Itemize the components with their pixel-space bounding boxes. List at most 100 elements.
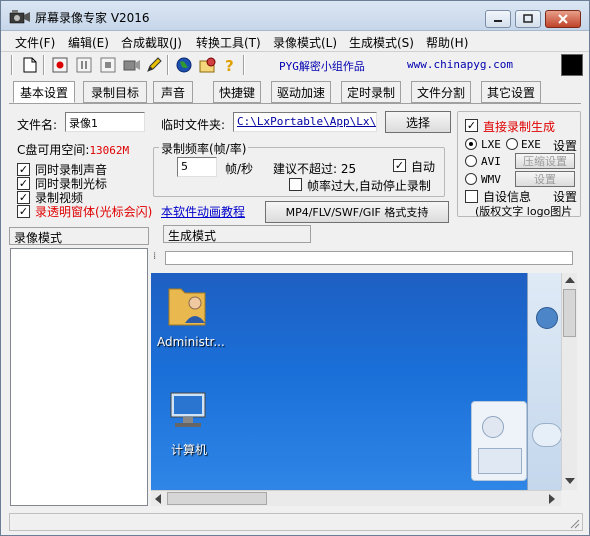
pause-icon[interactable]	[75, 56, 93, 74]
website-link[interactable]: www.chinapyg.com	[407, 58, 513, 71]
generate-mode-header[interactable]: 生成模式	[163, 225, 311, 243]
format-lxe-radio[interactable]	[465, 138, 477, 150]
author-link[interactable]: PYG解密小组作品	[279, 58, 365, 74]
tempdir-input[interactable]: C:\LxPortable\App\Lx\ls	[233, 112, 377, 132]
tutorial-link[interactable]: 本软件动画教程	[161, 203, 245, 220]
camera-app-icon	[9, 10, 30, 24]
choose-folder-button[interactable]: 选择	[385, 111, 451, 133]
scroll-left-icon[interactable]	[155, 494, 161, 504]
help-icon[interactable]: ?	[221, 56, 239, 74]
window-title: 屏幕录像专家 V2016	[35, 11, 150, 25]
lxe-settings-link[interactable]: 设置	[553, 137, 577, 154]
menu-record-mode[interactable]: 录像模式(L)	[273, 34, 337, 51]
tab-record-target[interactable]: 录制目标	[83, 81, 147, 103]
option-record-sound-checkbox[interactable]: ✓	[17, 163, 30, 176]
main-window: 屏幕录像专家 V2016 文件(F) 编辑(E) 合成截取(J) 转换工具(T)…	[0, 0, 590, 536]
nav-button-icon	[532, 423, 561, 447]
scroll-right-icon[interactable]	[549, 494, 555, 504]
wmv-settings-button[interactable]: 设置	[515, 171, 575, 187]
menu-bar: 文件(F) 编辑(E) 合成截取(J) 转换工具(T) 录像模式(L) 生成模式…	[1, 32, 589, 52]
framerate-unit: 帧/秒	[225, 162, 254, 176]
vertical-scroll-thumb[interactable]	[563, 289, 576, 337]
close-button[interactable]	[545, 10, 581, 28]
framerate-group-label: 录制频率(帧/率)	[159, 140, 249, 157]
format-wmv-label: WMV	[481, 173, 501, 186]
resize-grip-icon[interactable]	[568, 517, 580, 529]
camera-icon[interactable]	[123, 56, 141, 74]
menu-generate-mode[interactable]: 生成模式(S)	[349, 34, 414, 51]
color-swatch[interactable]	[561, 54, 583, 76]
background-window-fragment: 组织	[498, 273, 561, 490]
menu-file[interactable]: 文件(F)	[15, 34, 55, 51]
toolbar-separator	[167, 55, 169, 75]
pen-icon[interactable]	[145, 56, 163, 74]
auto-stop-checkbox[interactable]	[289, 178, 302, 191]
ruler-marker: ⁞	[153, 251, 157, 262]
format-exe-label: EXE	[521, 138, 541, 151]
tab-scheduled-record[interactable]: 定时录制	[341, 81, 401, 103]
option-transparent-window-label: 录透明窗体(光标会闪)	[35, 205, 153, 219]
dialog-panel	[478, 448, 522, 474]
preview-vertical-scrollbar[interactable]	[561, 273, 577, 490]
close-icon	[558, 14, 568, 24]
new-file-icon[interactable]	[21, 56, 39, 74]
dialog-circle-icon	[482, 416, 504, 438]
tab-other-settings[interactable]: 其它设置	[481, 81, 541, 103]
option-transparent-window-checkbox[interactable]: ✓	[17, 205, 30, 218]
tab-basic-settings[interactable]: 基本设置	[13, 81, 75, 103]
toolbar-separator	[243, 55, 245, 75]
user-folder-icon[interactable]	[165, 279, 209, 329]
format-avi-radio[interactable]	[465, 155, 477, 167]
format-exe-radio[interactable]	[506, 138, 518, 150]
auto-framerate-label: 自动	[411, 160, 436, 174]
disk-space-value: 13062M	[89, 144, 130, 157]
tab-driver-accel[interactable]: 驱动加速	[271, 81, 331, 103]
framerate-input[interactable]: 5	[177, 157, 217, 177]
record-mode-header[interactable]: 录像模式	[9, 227, 149, 245]
option-record-video-checkbox[interactable]: ✓	[17, 191, 30, 204]
horizontal-scroll-thumb[interactable]	[167, 492, 267, 505]
tab-file-split[interactable]: 文件分割	[411, 81, 471, 103]
toolbar-separator	[11, 55, 13, 75]
title-bar[interactable]: 屏幕录像专家 V2016	[1, 1, 589, 31]
menu-compose[interactable]: 合成截取(J)	[121, 34, 182, 51]
tab-divider	[9, 103, 581, 104]
format-support-button[interactable]: MP4/FLV/SWF/GIF 格式支持	[265, 201, 449, 223]
scroll-down-icon[interactable]	[565, 478, 575, 484]
minimize-icon	[494, 20, 502, 22]
scroll-up-icon[interactable]	[565, 277, 575, 283]
screen-preview[interactable]: Administr... 计算机 组织	[151, 273, 561, 490]
record-list-pane[interactable]	[10, 248, 148, 506]
format-wmv-radio[interactable]	[465, 173, 477, 185]
disk-space-label: C盘可用空间:13062M	[17, 143, 130, 157]
auto-stop-label: 帧率过大,自动停止录制	[307, 179, 431, 193]
desktop-icon2-label: 计算机	[171, 443, 208, 457]
svg-text:?: ?	[225, 57, 234, 73]
menu-help[interactable]: 帮助(H)	[426, 34, 468, 51]
tab-sound[interactable]: 声音	[153, 81, 193, 103]
menu-convert[interactable]: 转换工具(T)	[196, 34, 261, 51]
status-bar	[9, 513, 583, 531]
record-icon[interactable]	[51, 56, 69, 74]
auto-framerate-checkbox[interactable]: ✓	[393, 159, 406, 172]
minimize-button[interactable]	[485, 10, 511, 28]
globe-icon[interactable]	[175, 56, 193, 74]
toolbar: ? PYG解密小组作品 www.chinapyg.com	[1, 53, 589, 77]
maximize-icon	[523, 14, 533, 23]
maximize-button[interactable]	[515, 10, 541, 28]
framerate-hint: 建议不超过: 25	[273, 162, 357, 176]
tab-hotkeys[interactable]: 快捷键	[213, 81, 261, 103]
filename-input[interactable]: 录像1	[65, 112, 145, 132]
direct-generate-checkbox[interactable]: ✓	[465, 119, 478, 132]
computer-icon[interactable]	[165, 389, 213, 433]
settings-icon[interactable]	[199, 56, 217, 74]
menu-edit[interactable]: 编辑(E)	[68, 34, 109, 51]
dialog-fragment	[471, 401, 527, 481]
tempdir-label: 临时文件夹:	[161, 118, 226, 132]
preview-horizontal-scrollbar[interactable]	[151, 490, 561, 506]
custom-info-checkbox[interactable]	[465, 190, 478, 203]
compress-settings-button[interactable]: 压缩设置	[515, 153, 575, 169]
stop-icon[interactable]	[99, 56, 117, 74]
timeline-ruler[interactable]	[165, 251, 573, 265]
option-record-cursor-checkbox[interactable]: ✓	[17, 177, 30, 190]
